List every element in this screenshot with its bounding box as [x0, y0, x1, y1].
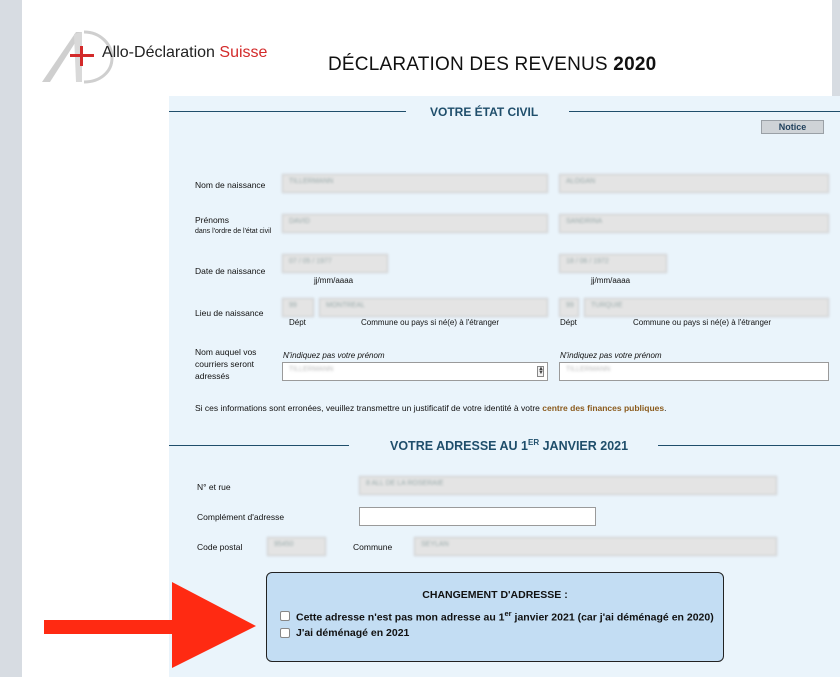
info-text-end: . [664, 403, 667, 413]
nom-naissance-field-1[interactable]: TILLERMANN [282, 174, 548, 193]
changement-title: CHANGEMENT D'ADRESSE : [422, 589, 568, 601]
label-date-naissance: Date de naissance [195, 266, 266, 276]
centre-finances-link[interactable]: centre des finances publiques [542, 403, 664, 413]
commune-hint: Commune ou pays si né(e) à l'étranger [361, 318, 500, 327]
option-demenage-2021-label: J'ai déménagé en 2021 [296, 627, 410, 639]
label-prenoms-sublabel: dans l'ordre de l'état civil [195, 228, 272, 235]
option-demenage-2021[interactable]: J'ai déménagé en 2021 [280, 627, 409, 639]
checkbox-demenage-2020[interactable] [280, 611, 290, 622]
checkbox-demenage-2021[interactable] [280, 628, 290, 638]
lieu-commune-field-1[interactable]: MONTREAL [319, 298, 548, 317]
lieu-dept-field-1[interactable]: 99 [282, 298, 314, 317]
red-pointer-arrow-icon [44, 582, 256, 668]
label-nom-naissance: Nom de naissance [195, 180, 266, 190]
page-title-year: 2020 [613, 54, 657, 75]
prenoms-field-1[interactable]: DAVID [282, 214, 548, 233]
brand-name: Allo-Déclaration Suisse [102, 44, 267, 62]
courrier-field-1[interactable]: TILLERMANN ▲ ▼ [282, 362, 548, 381]
nom-naissance-field-2[interactable]: ALOGAN [559, 174, 829, 193]
section-title-adresse-b: JANVIER 2021 [539, 439, 629, 454]
section-title-adresse-sup: ER [528, 438, 540, 447]
declaration-form: VOTRE ÉTAT CIVIL Notice Nom de naissance… [169, 96, 840, 677]
label-courrier: Nom auquel vos courriers seront adressés [195, 347, 257, 381]
label-prenoms: Prénoms dans l'ordre de l'état civil [195, 214, 271, 238]
section-divider [658, 445, 840, 446]
info-text-body: Si ces informations sont erronées, veuil… [195, 403, 543, 413]
brand-name-main: Allo-Déclaration [102, 44, 220, 61]
option-demenage-2020[interactable]: Cette adresse n'est pas mon adresse au 1… [280, 609, 714, 624]
lieu-commune-field-2[interactable]: TURQUIE [584, 298, 829, 317]
date-format-hint: jj/mm/aaaa [591, 276, 631, 285]
complement-field[interactable] [359, 507, 596, 526]
courrier-hint: N'indiquez pas votre prénom [560, 351, 662, 360]
label-lieu-naissance: Lieu de naissance [195, 308, 264, 318]
courrier-field-2[interactable]: TILLERMANN [559, 362, 829, 381]
changement-adresse-box: CHANGEMENT D'ADRESSE : Cette adresse n'e… [266, 572, 724, 662]
section-title-etat-civil: VOTRE ÉTAT CIVIL [430, 105, 539, 119]
info-text: Si ces informations sont erronées, veuil… [195, 403, 667, 413]
label-complement: Complément d'adresse [197, 512, 285, 522]
prenoms-field-2[interactable]: SANDRINA [559, 214, 829, 233]
date-naissance-field-2[interactable]: 18 / 06 / 1972 [559, 254, 667, 273]
label-prenoms-text: Prénoms [195, 215, 230, 225]
courrier-field-1-value: TILLERMANN [289, 366, 334, 373]
courrier-field-2-value: TILLERMANN [566, 366, 611, 373]
label-rue: N° et rue [197, 482, 231, 492]
option-demenage-2020-label: Cette adresse n'est pas mon adresse au 1… [296, 609, 714, 624]
section-divider [169, 111, 406, 112]
section-divider [169, 445, 349, 446]
option-demenage-2020-text-b: janvier 2021 (car j'ai déménagé en 2020) [511, 611, 714, 624]
label-code-postal: Code postal [197, 542, 243, 552]
dept-hint: Dépt [289, 318, 306, 327]
code-postal-field[interactable]: 95450 [267, 537, 326, 556]
date-format-hint: jj/mm/aaaa [314, 276, 354, 285]
notice-button[interactable]: Notice [761, 120, 824, 134]
stepper-icon[interactable]: ▲ ▼ [537, 366, 544, 377]
commune-field[interactable]: SEYLAN [414, 537, 777, 556]
page-title-text: DÉCLARATION DES REVENUS [328, 54, 614, 75]
dept-hint: Dépt [560, 318, 577, 327]
lieu-dept-field-2[interactable]: 99 [559, 298, 579, 317]
rue-field[interactable]: 8 ALL DE LA ROSERAIE [359, 476, 777, 495]
section-title-adresse: VOTRE ADRESSE AU 1ER JANVIER 2021 [390, 438, 628, 453]
label-commune: Commune [353, 542, 393, 552]
section-title-adresse-a: VOTRE ADRESSE AU 1 [390, 439, 528, 454]
page: Allo-Déclaration Suisse DÉCLARATION DES … [22, 0, 840, 677]
commune-hint: Commune ou pays si né(e) à l'étranger [633, 318, 772, 327]
courrier-hint: N'indiquez pas votre prénom [283, 351, 385, 360]
option-demenage-2020-sup: er [504, 609, 512, 618]
section-divider [569, 111, 840, 112]
date-naissance-field-1[interactable]: 07 / 05 / 1977 [282, 254, 388, 273]
option-demenage-2020-text-a: Cette adresse n'est pas mon adresse au 1 [296, 611, 505, 624]
brand-name-accent: Suisse [219, 44, 268, 61]
page-title: DÉCLARATION DES REVENUS 2020 [328, 54, 656, 76]
